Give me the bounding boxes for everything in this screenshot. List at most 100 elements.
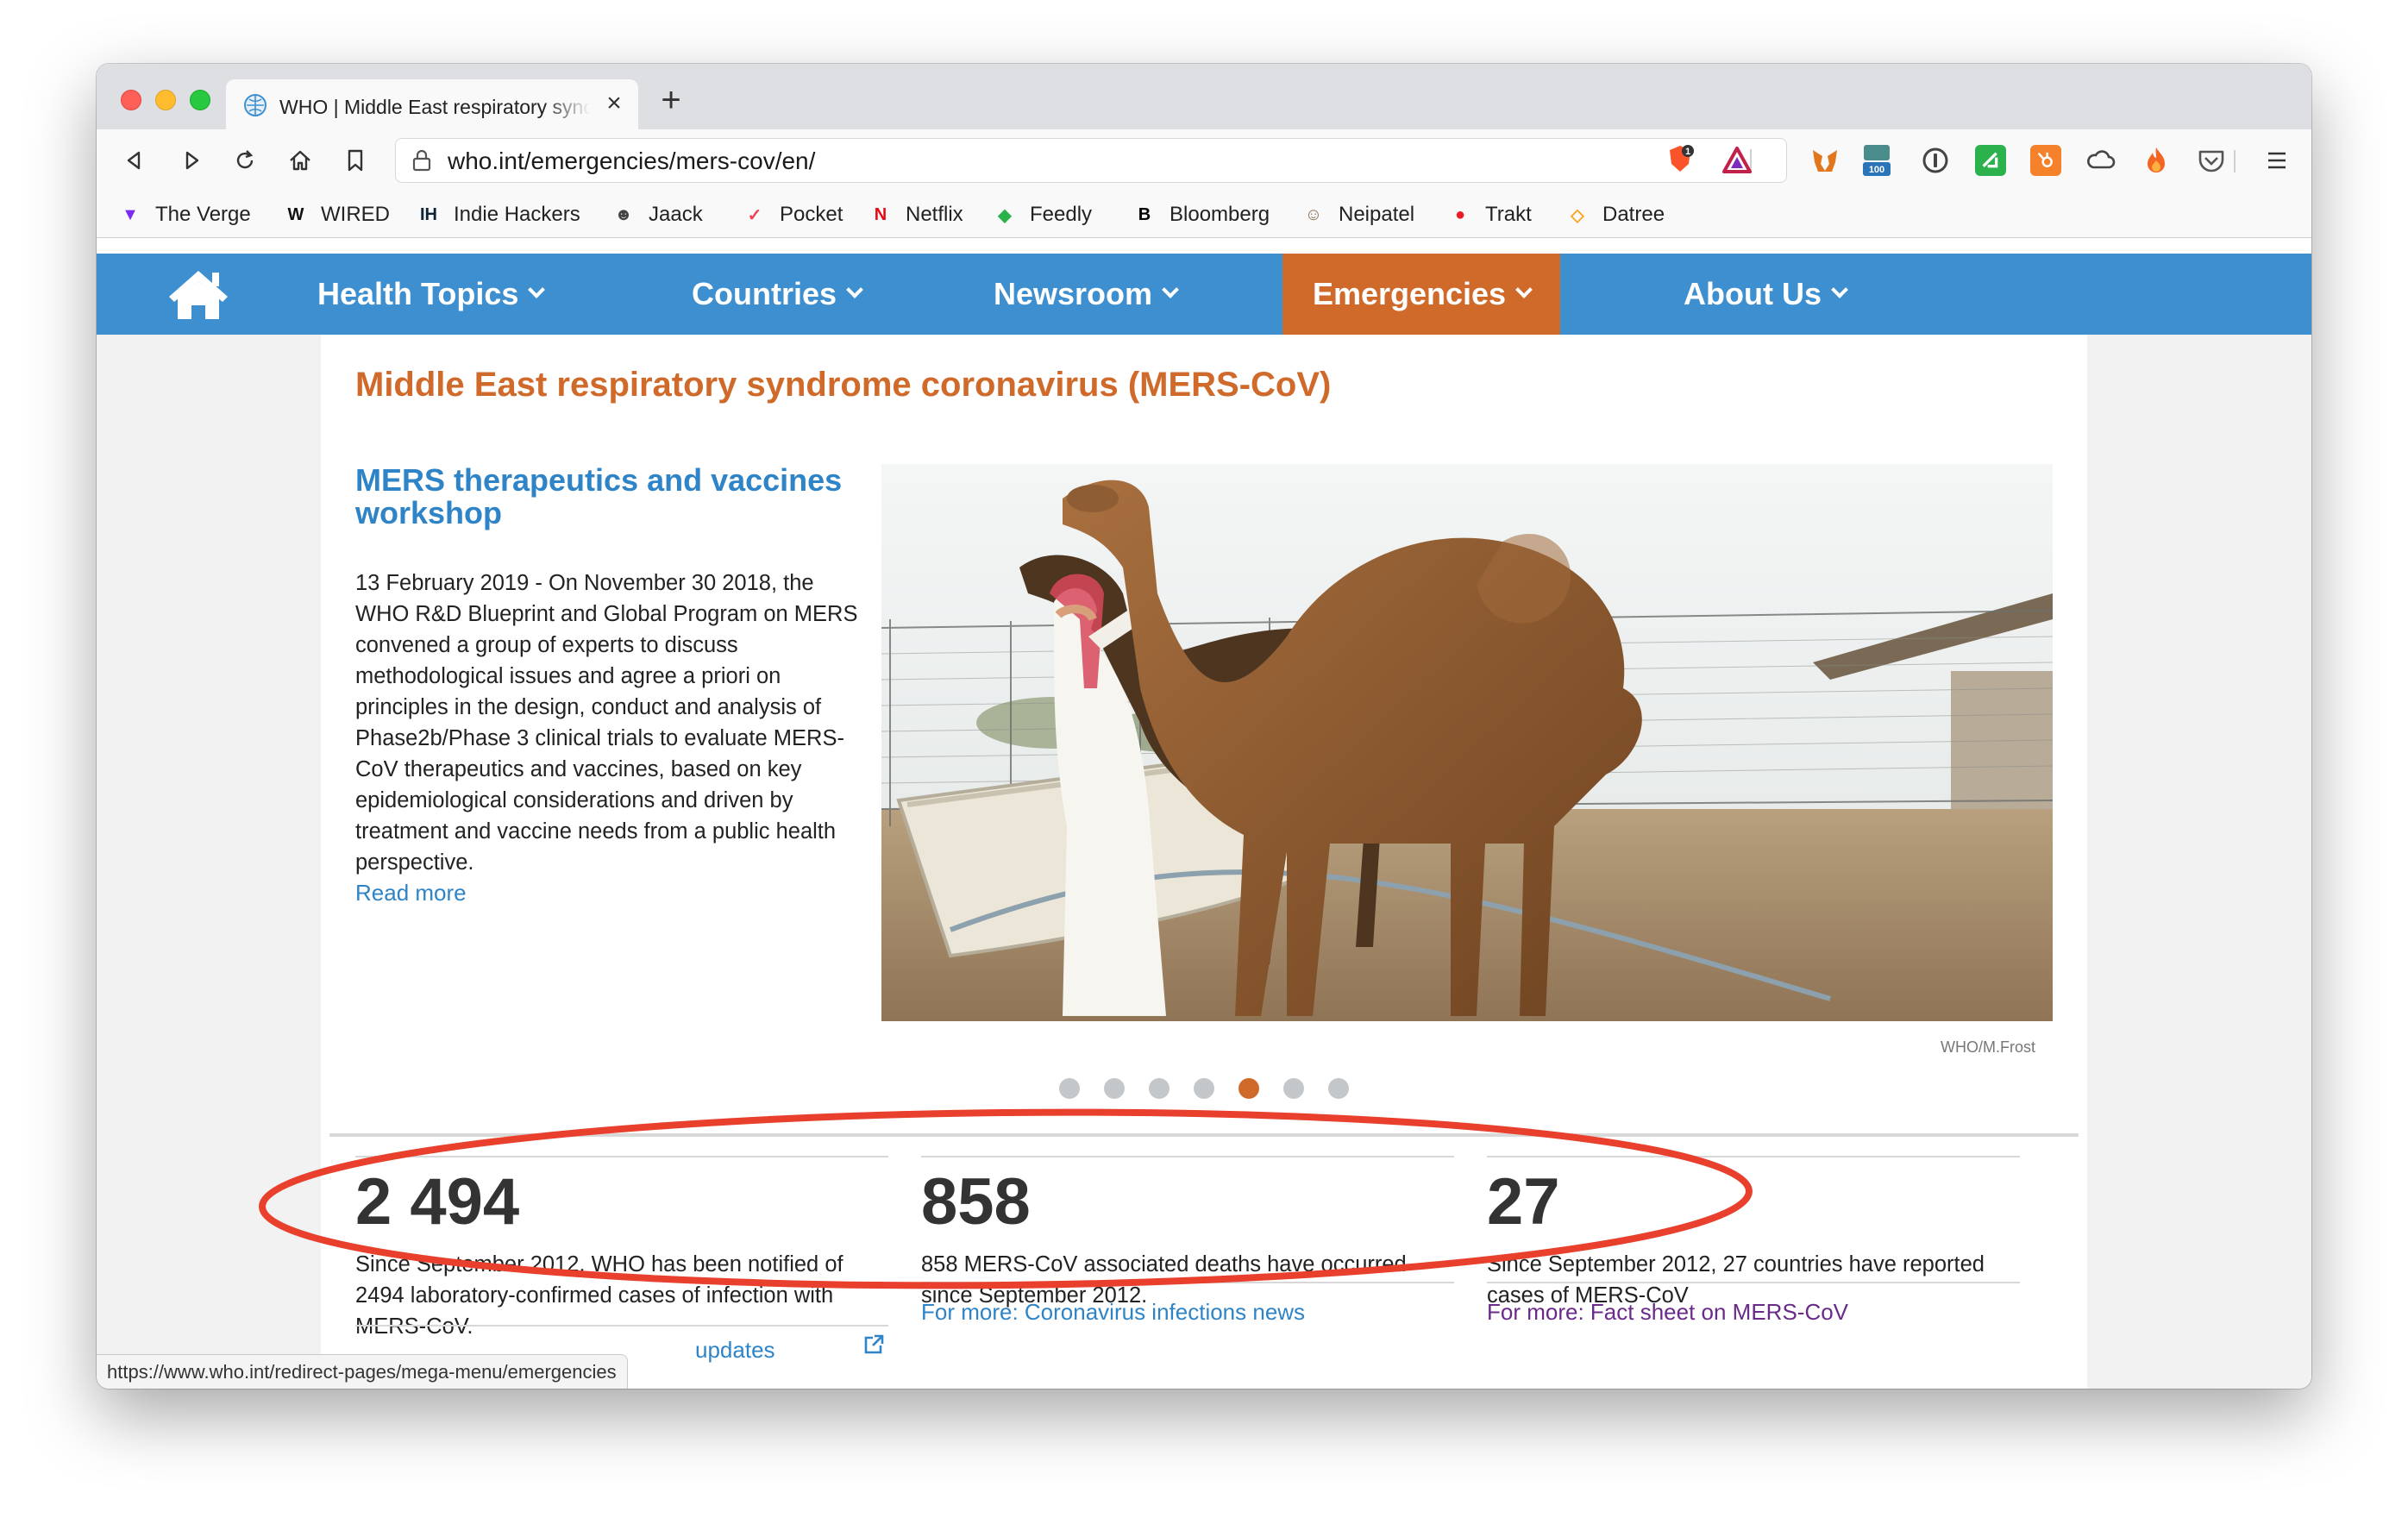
jaack-icon: ☻ — [614, 204, 633, 224]
browser-window: WHO | Middle East respiratory syndrome c… — [97, 64, 2311, 1389]
stat-description: Since September 2012, WHO has been notif… — [355, 1252, 843, 1339]
netflix-icon: N — [874, 204, 887, 224]
bookmark-label: Indie Hackers — [454, 203, 580, 226]
stat-rule — [1487, 1156, 2020, 1157]
carousel-dot[interactable] — [1283, 1078, 1304, 1099]
article-title[interactable]: MERS therapeutics and vaccines workshop — [355, 464, 856, 530]
chevron-down-icon — [1515, 281, 1533, 298]
bookmark-button[interactable] — [336, 141, 374, 179]
active-tab[interactable]: WHO | Middle East respiratory syndrome c… — [226, 79, 638, 129]
svg-text:1: 1 — [1685, 147, 1690, 157]
camels-photo[interactable] — [881, 464, 2053, 1021]
onepassword-icon[interactable] — [1920, 145, 1951, 176]
cloud-icon[interactable] — [2085, 145, 2116, 176]
stat-rule — [1487, 1282, 2020, 1283]
home-icon[interactable] — [164, 266, 233, 323]
address-bar[interactable]: who.int/emergencies/mers-cov/en/ — [395, 138, 1787, 183]
external-link-icon[interactable] — [862, 1333, 885, 1356]
new-tab-button[interactable]: + — [652, 81, 690, 119]
reload-icon — [236, 150, 254, 169]
bookmark-the-verge[interactable]: ▼ The Verge — [117, 200, 251, 229]
bookmark-pocket[interactable]: ✓ Pocket — [742, 200, 843, 229]
menu-health-topics[interactable]: Health Topics — [317, 254, 546, 335]
bookmark-label: The Verge — [155, 203, 251, 226]
forward-button[interactable] — [172, 141, 210, 179]
carousel-dot[interactable] — [1238, 1078, 1259, 1099]
window-minimize-button[interactable] — [155, 90, 176, 110]
tab-bar: WHO | Middle East respiratory syndrome c… — [97, 64, 2311, 129]
bookmark-label: Bloomberg — [1170, 203, 1270, 226]
bookmark-datree[interactable]: ◇ Datree — [1565, 200, 1665, 229]
bookmark-label: Trakt — [1485, 203, 1532, 226]
bookmarks-bar: ▼ The Verge W WIRED IH Indie Hackers ☻ Jaack ✓ Po… — [97, 191, 2311, 238]
carousel-dot[interactable] — [1328, 1078, 1349, 1099]
stat-number: 858 — [921, 1165, 1031, 1239]
carousel-dot[interactable] — [1104, 1078, 1125, 1099]
feedly-icon[interactable] — [1975, 145, 2006, 176]
fire-icon[interactable] — [2141, 145, 2172, 176]
toolbar-separator — [2234, 150, 2236, 172]
page-title: Middle East respiratory syndrome coronav… — [355, 366, 1332, 404]
menu-emergencies[interactable]: Emergencies — [1282, 254, 1560, 335]
stat-rule — [355, 1325, 888, 1327]
bookmark-label: Jaack — [649, 203, 703, 226]
stat-rule — [921, 1156, 1454, 1157]
menu-countries[interactable]: Countries — [692, 254, 863, 335]
chevron-down-icon — [846, 281, 863, 298]
triangle-icon[interactable] — [1721, 145, 1753, 176]
menu-newsroom[interactable]: Newsroom — [994, 254, 1179, 335]
bookmark-label: Feedly — [1030, 203, 1093, 226]
bookmark-trakt[interactable]: ● Trakt — [1447, 200, 1532, 229]
bookmark-bloomberg[interactable]: B Bloomberg — [1132, 200, 1270, 229]
lock-icon — [412, 149, 431, 172]
stat-more-link[interactable]: For more: Fact sheet on MERS-CoV — [1487, 1299, 1848, 1326]
carousel-dot[interactable] — [1149, 1078, 1170, 1099]
bank-icon[interactable]: 100 — [1861, 140, 1892, 178]
web-page: Health Topics Countries Newsroom Emergen… — [97, 254, 2311, 1389]
metamask-icon[interactable] — [1809, 145, 1840, 176]
url-text[interactable]: who.int/emergencies/mers-cov/en/ — [448, 147, 815, 175]
chevron-down-icon — [1831, 281, 1848, 298]
stat-more-link[interactable]: updates — [695, 1337, 775, 1364]
brave-shield-icon[interactable]: 1 — [1665, 143, 1696, 174]
who-main-menu: Health Topics Countries Newsroom Emergen… — [97, 254, 2311, 335]
read-more-link[interactable]: Read more — [355, 880, 467, 906]
menu-about-us[interactable]: About Us — [1684, 254, 1848, 335]
neipatel-icon: ☺ — [1304, 204, 1323, 224]
bookmark-indie-hackers[interactable]: IH Indie Hackers — [416, 200, 580, 229]
back-button[interactable] — [116, 141, 154, 179]
svg-text:100: 100 — [1869, 165, 1884, 175]
forward-icon — [185, 151, 199, 170]
bookmark-feedly[interactable]: ◆ Feedly — [992, 200, 1092, 229]
bookmark-jaack[interactable]: ☻ Jaack — [611, 200, 703, 229]
tab-close-icon[interactable]: × — [599, 88, 630, 119]
bookmark-label: Pocket — [780, 203, 843, 226]
stat-more-link[interactable]: For more: Coronavirus infections news — [921, 1299, 1305, 1326]
bookmark-wired[interactable]: W WIRED — [283, 200, 390, 229]
reload-button[interactable] — [226, 141, 264, 179]
home-button[interactable] — [281, 141, 319, 179]
chevron-down-icon — [528, 281, 546, 298]
carousel-dot[interactable] — [1194, 1078, 1214, 1099]
bookmark-label: WIRED — [321, 203, 390, 226]
hubspot-icon[interactable] — [2030, 145, 2061, 176]
bookmark-icon — [348, 149, 363, 172]
who-globe-icon — [244, 94, 267, 116]
carousel-dot[interactable] — [1059, 1078, 1080, 1099]
stat-number: 27 — [1487, 1165, 1560, 1239]
photo-credit: WHO/M.Frost — [1941, 1038, 2035, 1056]
window-close-button[interactable] — [121, 90, 141, 110]
pocket-icon[interactable] — [2196, 145, 2227, 176]
navigation-toolbar: who.int/emergencies/mers-cov/en/ 1 100 — [97, 129, 2311, 191]
bookmark-neipatel[interactable]: ☺ Neipatel — [1301, 200, 1414, 229]
verge-icon: ▼ — [122, 204, 139, 224]
hamburger-menu-icon[interactable] — [2261, 145, 2292, 176]
home-icon — [290, 150, 310, 171]
window-maximize-button[interactable] — [190, 90, 210, 110]
bookmark-netflix[interactable]: N Netflix — [868, 200, 963, 229]
bloomberg-icon: B — [1138, 204, 1151, 224]
stat-rule — [921, 1282, 1454, 1283]
chevron-down-icon — [1162, 281, 1179, 298]
section-divider — [329, 1133, 2079, 1137]
tab-title: WHO | Middle East respiratory syndrome c… — [279, 96, 590, 118]
